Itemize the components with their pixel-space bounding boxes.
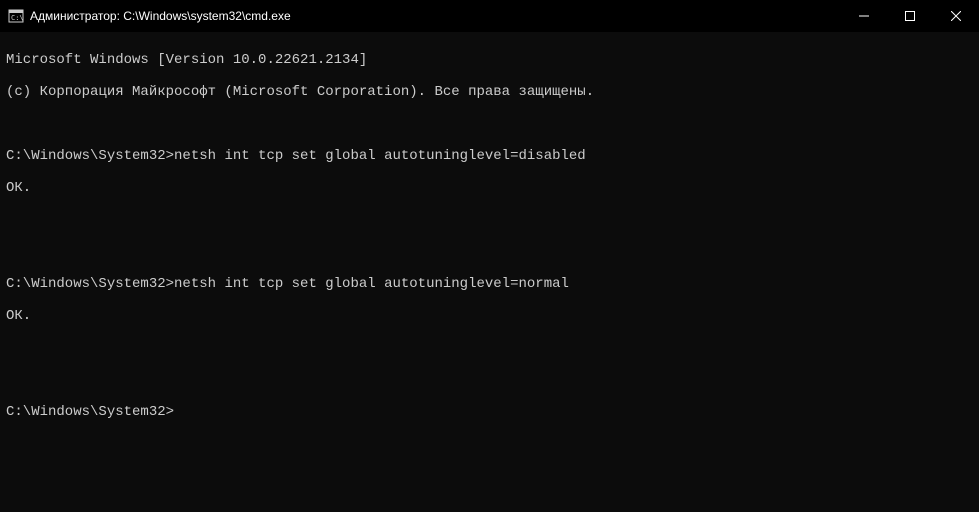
command-line-1: C:\Windows\System32>netsh int tcp set gl… [6, 148, 973, 164]
prompt: C:\Windows\System32> [6, 148, 174, 164]
result-line-2: ОК. [6, 308, 973, 324]
window-controls [841, 0, 979, 32]
close-button[interactable] [933, 0, 979, 32]
copyright-line: (c) Корпорация Майкрософт (Microsoft Cor… [6, 84, 973, 100]
current-prompt-line: C:\Windows\System32> [6, 404, 973, 420]
blank-line [6, 244, 973, 260]
terminal-output[interactable]: Microsoft Windows [Version 10.0.22621.21… [0, 32, 979, 440]
svg-text:C:\: C:\ [11, 14, 24, 22]
minimize-button[interactable] [841, 0, 887, 32]
titlebar-left: C:\ Администратор: C:\Windows\system32\c… [8, 8, 291, 24]
command-text: netsh int tcp set global autotuninglevel… [174, 148, 586, 164]
prompt: C:\Windows\System32> [6, 276, 174, 292]
blank-line [6, 372, 973, 388]
blank-line [6, 212, 973, 228]
command-text: netsh int tcp set global autotuninglevel… [174, 276, 569, 292]
command-line-2: C:\Windows\System32>netsh int tcp set gl… [6, 276, 973, 292]
blank-line [6, 116, 973, 132]
blank-line [6, 340, 973, 356]
result-line-1: ОК. [6, 180, 973, 196]
prompt: C:\Windows\System32> [6, 404, 174, 420]
version-line: Microsoft Windows [Version 10.0.22621.21… [6, 52, 973, 68]
cmd-icon: C:\ [8, 8, 24, 24]
maximize-button[interactable] [887, 0, 933, 32]
window-title: Администратор: C:\Windows\system32\cmd.e… [30, 9, 291, 23]
window-titlebar: C:\ Администратор: C:\Windows\system32\c… [0, 0, 979, 32]
